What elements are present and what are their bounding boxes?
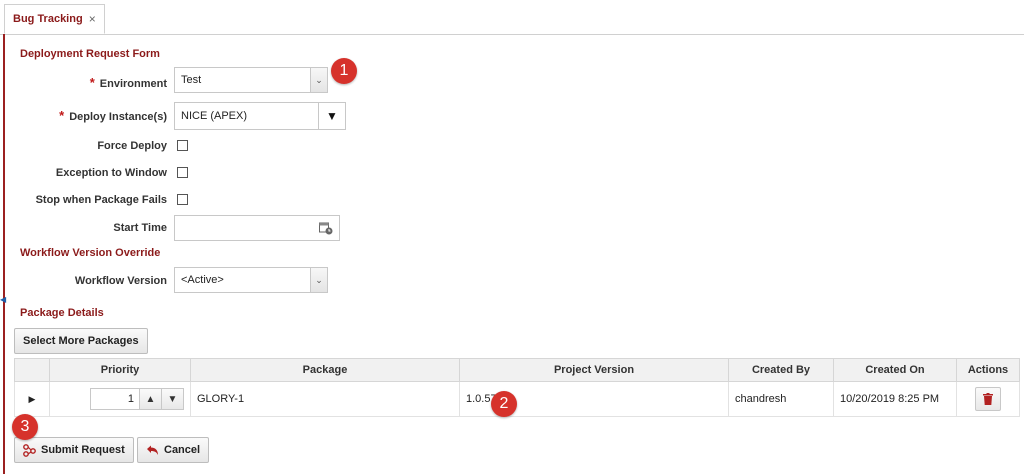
required-marker: * [59,108,65,123]
actions-cell [956,381,1020,417]
tab-title: Bug Tracking [13,13,83,25]
annotation-badge-3: 3 [12,414,38,440]
exception-to-window-label: Exception to Window [55,167,167,179]
select-more-packages-button[interactable]: Select More Packages [14,328,148,354]
stop-when-package-fails-checkbox[interactable] [177,194,188,205]
table-header-row: Priority Package Project Version Created… [14,358,1020,382]
cancel-label: Cancel [164,444,201,456]
priority-stepper[interactable]: 1 ▲ ▼ [90,388,184,410]
submit-request-button[interactable]: Submit Request [14,437,134,463]
package-cell: GLORY-1 [190,381,460,417]
stop-when-package-fails-label: Stop when Package Fails [35,194,167,206]
column-header-actions: Actions [956,358,1020,382]
calendar-clock-icon[interactable] [319,221,333,235]
created-by-cell: chandresh [728,381,834,417]
workflow-version-select[interactable]: <Active> ⌄ [174,267,328,293]
priority-input[interactable]: 1 [90,388,140,410]
annotation-badge-2: 2 [491,391,517,417]
force-deploy-label: Force Deploy [97,140,167,152]
annotation-badge-1: 1 [331,58,357,84]
column-header-priority[interactable]: Priority [49,358,191,382]
chevron-down-icon[interactable]: ⌄ [310,68,327,92]
created-on-cell: 10/20/2019 8:25 PM [833,381,957,417]
flow-icon [23,443,36,457]
column-header-created-by[interactable]: Created By [728,358,834,382]
start-time-input[interactable] [174,215,340,241]
delete-button[interactable] [975,387,1001,411]
workflow-section-title: Workflow Version Override [20,247,161,259]
table-row: ▶ 1 ▲ ▼ GLORY-1 1.0.57 chandresh 10/20/2… [14,381,1020,417]
start-time-label: Start Time [113,222,167,234]
increment-icon[interactable]: ▲ [140,388,162,410]
deploy-instance-select[interactable]: NICE (APEX) ▼ [174,102,346,130]
tab-bar: Bug Tracking × [0,0,1024,35]
deploy-instance-label: * Deploy Instance(s) [59,108,167,123]
environment-label: * Environment [89,75,167,90]
chevron-down-icon[interactable]: ⌄ [310,268,327,292]
cancel-button[interactable]: Cancel [137,437,210,463]
required-marker: * [89,75,95,90]
form-title: Deployment Request Form [20,48,160,60]
expander-header [14,358,50,382]
deploy-instance-value: NICE (APEX) [181,110,248,122]
package-details-title: Package Details [20,307,104,319]
submit-request-label: Submit Request [41,444,125,456]
left-accent-bar [3,34,5,474]
column-header-created-on[interactable]: Created On [833,358,957,382]
trash-icon [983,393,993,405]
column-header-project-version[interactable]: Project Version [459,358,729,382]
expand-row-icon[interactable]: ▶ [14,381,50,417]
tab-bug-tracking[interactable]: Bug Tracking × [4,4,105,34]
decrement-icon[interactable]: ▼ [162,388,184,410]
workflow-version-label: Workflow Version [74,275,167,287]
environment-select[interactable]: Test ⌄ [174,67,328,93]
packages-table: Priority Package Project Version Created… [14,358,1020,417]
collapse-arrow-icon[interactable]: ◀ [0,295,6,304]
undo-icon [147,445,158,455]
force-deploy-checkbox[interactable] [177,140,188,151]
column-header-package[interactable]: Package [190,358,460,382]
exception-to-window-checkbox[interactable] [177,167,188,178]
environment-value: Test [181,74,202,86]
close-icon[interactable]: × [89,12,96,26]
caret-down-icon[interactable]: ▼ [318,103,345,129]
workflow-version-value: <Active> [181,274,224,286]
priority-cell: 1 ▲ ▼ [49,381,191,417]
